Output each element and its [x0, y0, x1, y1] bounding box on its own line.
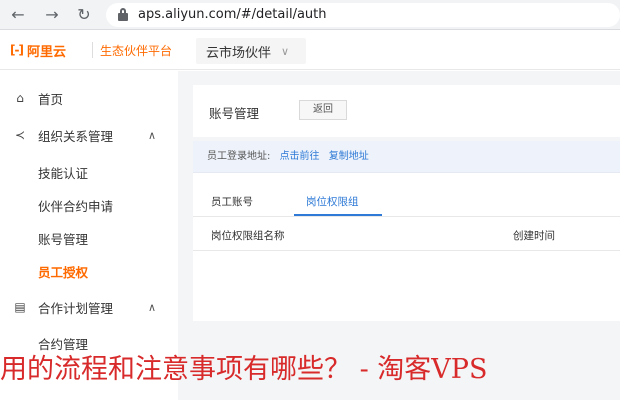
- table-header: 岗位权限组名称 创建时间: [193, 217, 620, 251]
- page-title: 账号管理: [209, 106, 260, 121]
- sidebar-item-employee-auth[interactable]: 员工授权: [0, 254, 178, 288]
- sidebar-item-label: 员工授权: [38, 264, 89, 280]
- lock-icon: [118, 8, 128, 21]
- logo-mark-icon: [-]: [10, 43, 24, 57]
- sidebar-item-home[interactable]: ⌂ 首页: [0, 81, 178, 115]
- column-header-created-time: 创建时间: [513, 230, 555, 242]
- column-header-name: 岗位权限组名称: [211, 230, 285, 242]
- forward-arrow-icon[interactable]: →: [42, 5, 62, 25]
- chevron-up-icon: ∧: [148, 300, 157, 314]
- back-button[interactable]: 返回: [299, 100, 347, 120]
- sidebar-item-partner-contract[interactable]: 伙伴合约申请: [0, 188, 178, 222]
- sidebar-item-account-management[interactable]: 账号管理: [0, 221, 178, 255]
- sidebar-item-label: 技能认证: [38, 165, 89, 181]
- go-link[interactable]: 点击前往: [280, 151, 320, 162]
- sidebar-item-label: 合作计划管理: [38, 300, 114, 316]
- sidebar-item-skill-cert[interactable]: 技能认证: [0, 155, 178, 189]
- platform-name: 生态伙伴平台: [100, 44, 173, 58]
- address-bar[interactable]: aps.aliyun.com/#/detail/auth: [106, 3, 620, 27]
- calendar-icon: ▤: [14, 300, 26, 314]
- tab-position-permission-groups[interactable]: 岗位权限组: [306, 194, 359, 209]
- aliyun-logo[interactable]: [-] 阿里云: [10, 40, 66, 60]
- watermark-caption: 用的流程和注意事项有哪些？ - 淘客VPS: [0, 354, 488, 385]
- content-card: 员工登录地址: 点击前往 复制地址 员工账号 岗位权限组 岗位权限组名称 创建时…: [193, 141, 620, 321]
- sidebar-item-label: 首页: [38, 91, 64, 107]
- url-text[interactable]: aps.aliyun.com/#/detail/auth: [138, 7, 327, 22]
- browser-toolbar: ← → ↻ aps.aliyun.com/#/detail/auth: [0, 0, 620, 30]
- page-header-card: 账号管理 返回: [193, 85, 620, 137]
- sidebar-item-org-management[interactable]: ≺ 组织关系管理 ∧: [0, 118, 178, 152]
- logo-text: 阿里云: [26, 44, 66, 60]
- reload-icon[interactable]: ↻: [74, 5, 94, 25]
- app-header: [-] 阿里云 生态伙伴平台 云市场伙伴 ∨: [0, 30, 620, 70]
- share-icon: ≺: [14, 128, 26, 142]
- tab-employee-accounts[interactable]: 员工账号: [211, 194, 253, 209]
- market-select[interactable]: 云市场伙伴 ∨: [196, 38, 306, 64]
- login-address-bar: 员工登录地址: 点击前往 复制地址: [193, 141, 620, 173]
- market-select-value: 云市场伙伴: [206, 45, 272, 61]
- sidebar-item-label: 伙伴合约申请: [38, 198, 114, 214]
- home-icon: ⌂: [16, 91, 24, 105]
- sidebar-item-cooperation-plan[interactable]: ▤ 合作计划管理 ∧: [0, 290, 178, 324]
- sidebar-item-label: 组织关系管理: [38, 128, 114, 144]
- header-divider: [92, 42, 93, 58]
- login-address-label: 员工登录地址:: [207, 151, 271, 162]
- back-arrow-icon[interactable]: ←: [8, 5, 28, 25]
- copy-address-link[interactable]: 复制地址: [329, 151, 369, 162]
- chevron-down-icon: ∨: [281, 44, 290, 58]
- chevron-up-icon: ∧: [148, 128, 157, 142]
- sidebar-item-label: 账号管理: [38, 231, 89, 247]
